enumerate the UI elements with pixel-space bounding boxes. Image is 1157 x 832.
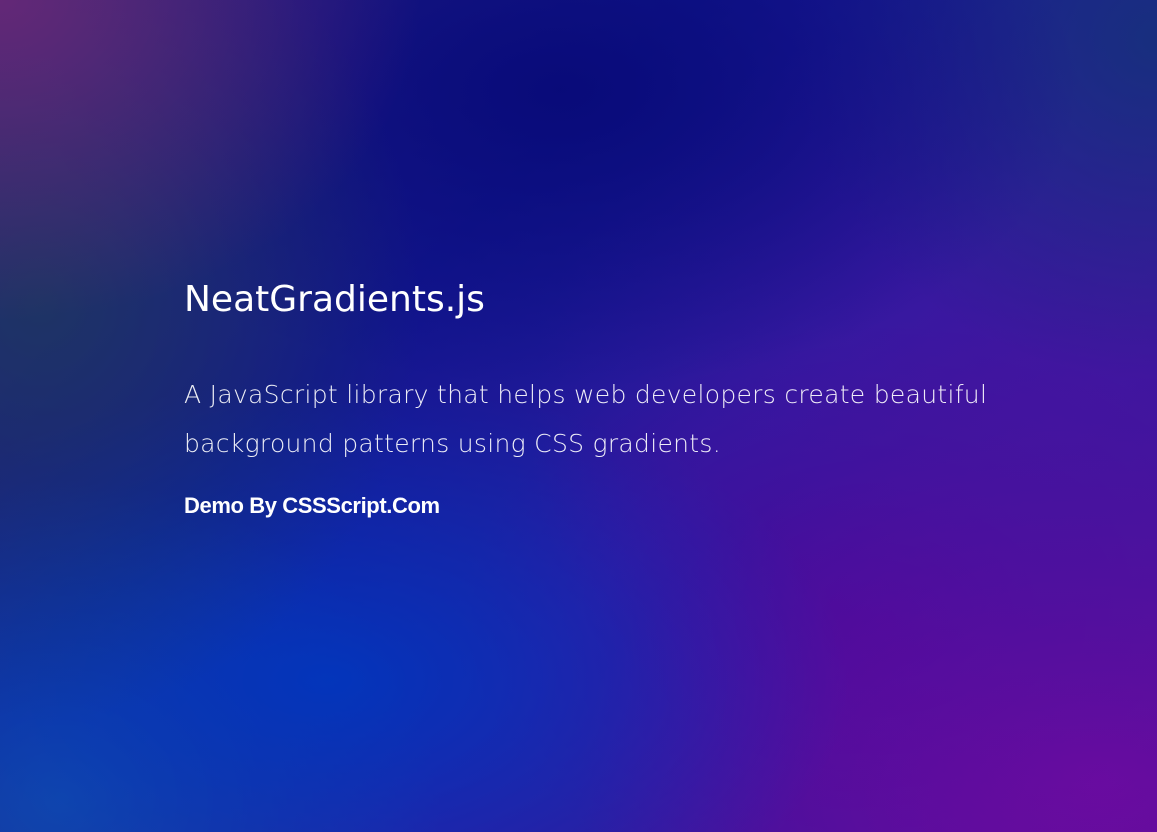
page-description: A JavaScript library that helps web deve… bbox=[184, 380, 988, 458]
demo-credit: Demo By CSSScript.Com bbox=[184, 493, 440, 518]
hero-content: NeatGradients.js A JavaScript library th… bbox=[184, 272, 1084, 519]
page-title: NeatGradients.js bbox=[184, 279, 485, 320]
